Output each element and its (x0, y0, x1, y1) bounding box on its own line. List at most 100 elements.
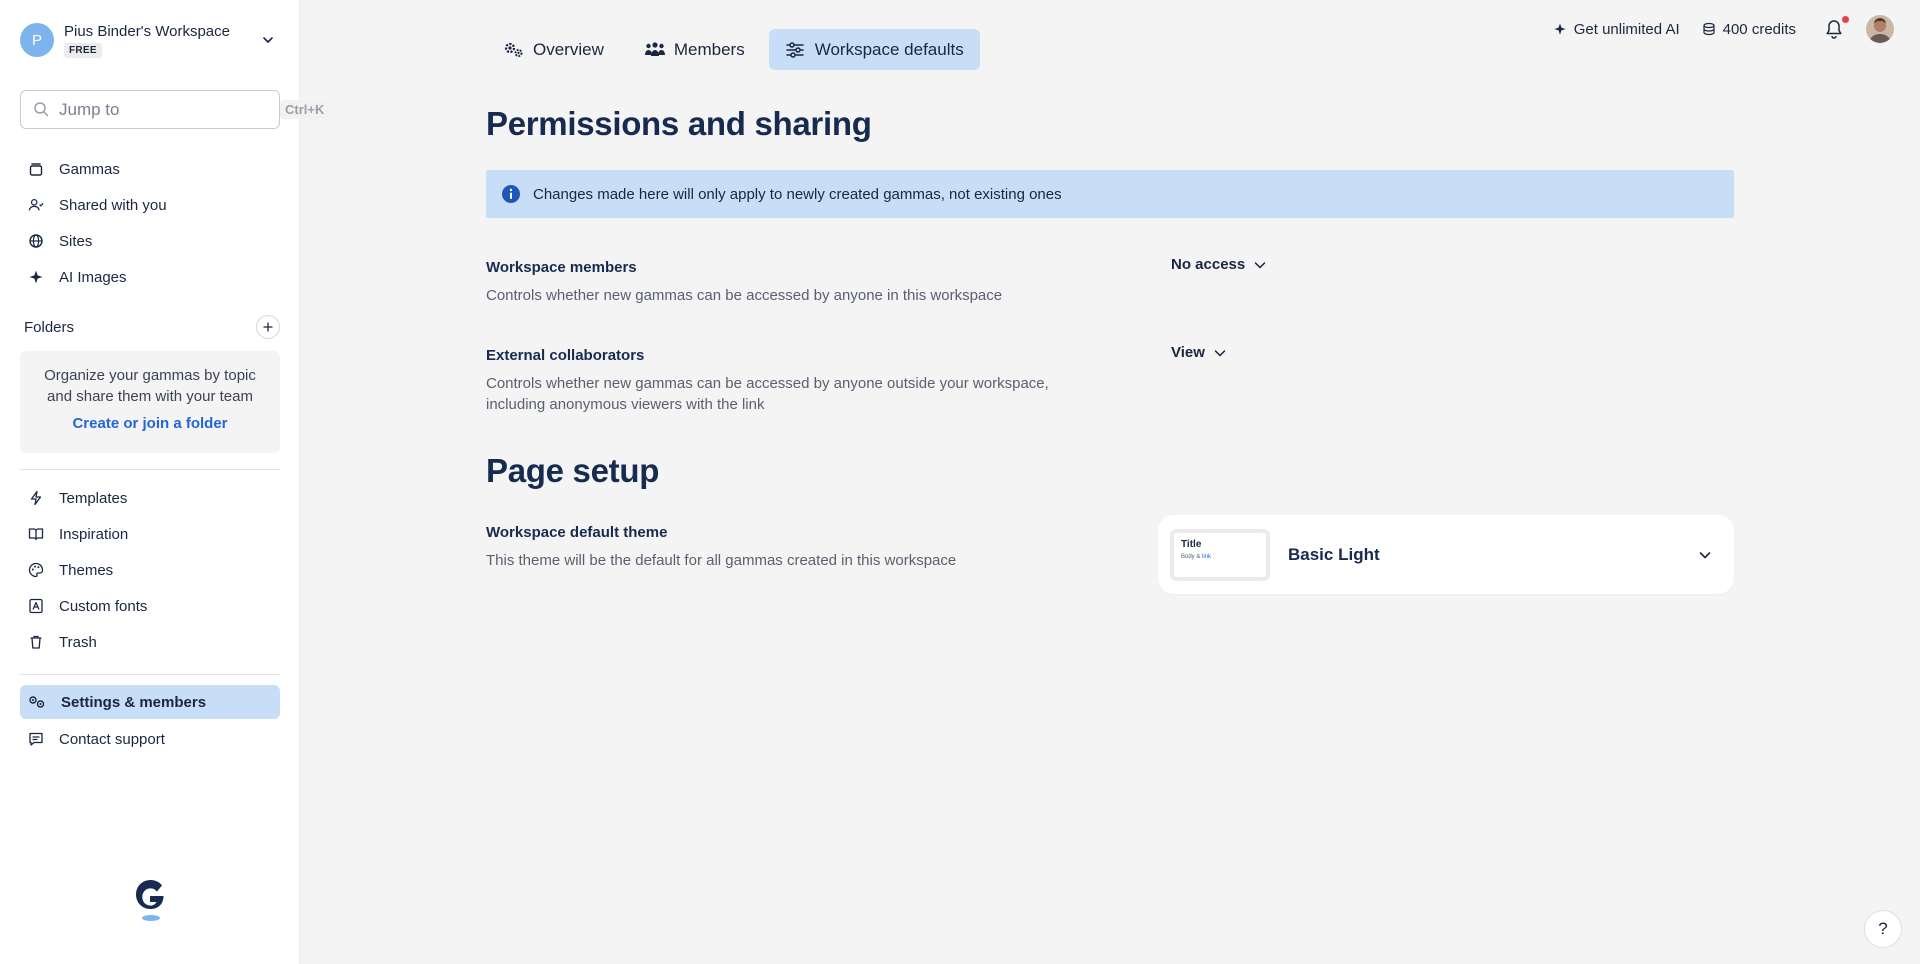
globe-icon (28, 233, 44, 249)
sidebar-item-gammas[interactable]: Gammas (20, 151, 280, 187)
help-button[interactable]: ? (1864, 910, 1902, 948)
setting-title: External collaborators (486, 347, 645, 364)
sidebar-item-templates[interactable]: Templates (20, 480, 280, 516)
sidebar-item-label: Templates (59, 489, 128, 507)
tab-label: Members (673, 39, 745, 59)
tab-workspace-defaults[interactable]: Workspace defaults (768, 29, 980, 70)
thumbnail-link: link (1202, 553, 1212, 560)
chat-icon (28, 731, 44, 747)
tab-label: Workspace defaults (814, 39, 964, 59)
search-icon (33, 101, 49, 119)
sidebar-divider (20, 469, 280, 470)
user-avatar[interactable] (1866, 15, 1894, 43)
sidebar-item-label: Settings & members (61, 693, 207, 711)
settings-icon (28, 694, 46, 710)
sidebar-item-label: Sites (59, 232, 93, 250)
setting-description-line: Controls whether new gammas can be acces… (486, 375, 1049, 392)
sidebar-item-label: Themes (59, 561, 114, 579)
gears-icon (503, 41, 525, 59)
info-banner: Changes made here will only apply to new… (486, 170, 1734, 218)
sidebar-item-ai-images[interactable]: AI Images (20, 259, 280, 295)
notification-dot (1842, 16, 1849, 23)
page-setup-heading: Page setup (486, 452, 660, 489)
chevron-down-icon (1213, 346, 1227, 360)
jump-to-search[interactable]: Ctrl+K (20, 90, 330, 129)
setting-title: Workspace members (486, 259, 637, 276)
sidebar-item-label: Custom fonts (59, 597, 148, 615)
workspace-avatar: P (20, 23, 54, 57)
theme-select[interactable]: Title Body & link Basic Light (1158, 515, 1734, 594)
bell-icon (1826, 20, 1842, 39)
external-collaborators-access-select[interactable]: View (1171, 344, 1227, 361)
people-icon (644, 41, 666, 59)
info-text: Changes made here will only apply to new… (533, 185, 1062, 203)
search-input[interactable] (59, 99, 280, 120)
workspace-name: Pius Binder's Workspace (64, 22, 230, 40)
permissions-heading: Permissions and sharing (486, 105, 872, 142)
theme-name: Basic Light (1288, 544, 1380, 564)
stack-icon (28, 161, 44, 177)
folders-description: Organize your gammas by topic and share … (44, 367, 256, 405)
sidebar-item-contact-support[interactable]: Contact support (20, 721, 280, 757)
sidebar-item-label: Contact support (59, 730, 165, 748)
sidebar-item-label: Gammas (59, 160, 120, 178)
sidebar: P Pius Binder's Workspace FREE Ctrl+K Ga… (0, 0, 330, 964)
credits-button[interactable]: 400 credits (1702, 21, 1796, 38)
thumbnail-body: Body & link (1181, 554, 1259, 560)
plan-badge: FREE (64, 42, 102, 58)
notifications-button[interactable] (1824, 16, 1849, 40)
sidebar-item-settings[interactable]: Settings & members (20, 685, 280, 719)
tab-label: Overview (533, 39, 604, 59)
sidebar-item-custom-fonts[interactable]: Custom fonts (20, 588, 280, 624)
thumbnail-title: Title (1181, 538, 1202, 550)
workspace-members-access-select[interactable]: No access (1171, 256, 1267, 273)
secondary-nav: Templates Inspiration Themes Custom font… (20, 480, 280, 660)
add-folder-button[interactable] (256, 315, 280, 339)
font-icon (28, 598, 44, 614)
settings-tabs: Overview Members Workspace defaults (487, 29, 988, 70)
theme-thumbnail: Title Body & link (1170, 528, 1270, 581)
credits-label: 400 credits (1722, 20, 1796, 38)
setting-description: This theme will be the default for all g… (486, 552, 957, 569)
sparkle-icon (1553, 22, 1567, 36)
chevron-down-icon[interactable] (256, 28, 280, 52)
sliders-icon (785, 41, 807, 59)
sidebar-item-inspiration[interactable]: Inspiration (20, 516, 280, 552)
get-ai-label: Get unlimited AI (1573, 20, 1680, 38)
setting-description: Controls whether new gammas can be acces… (486, 287, 1003, 304)
external-collaborators-setting: External collaborators Controls whether … (486, 347, 1086, 415)
get-unlimited-ai-button[interactable]: Get unlimited AI (1553, 21, 1680, 38)
setting-description-line: including anonymous viewers with the lin… (486, 396, 765, 413)
folders-header: Folders (24, 315, 280, 339)
sidebar-item-sites[interactable]: Sites (20, 223, 280, 259)
create-folder-link[interactable]: Create or join a folder (72, 415, 227, 432)
bolt-icon (28, 490, 44, 506)
trash-icon (28, 634, 44, 650)
plus-icon (263, 322, 273, 332)
bottom-nav: Settings & members Contact support (20, 685, 280, 757)
coins-icon (1702, 22, 1716, 36)
sidebar-item-shared[interactable]: Shared with you (20, 187, 280, 223)
shortcut-hint: Ctrl+K (280, 100, 330, 119)
sidebar-divider (20, 674, 280, 675)
folders-title: Folders (24, 318, 75, 336)
tab-members[interactable]: Members (628, 29, 761, 70)
info-icon (501, 184, 521, 204)
setting-description: Controls whether new gammas can be acces… (486, 373, 1086, 415)
default-theme-setting: Workspace default theme This theme will … (486, 524, 1086, 571)
users-icon (28, 197, 44, 213)
thumbnail-body-text: Body & (1181, 553, 1201, 560)
sidebar-item-trash[interactable]: Trash (20, 624, 280, 660)
setting-title: Workspace default theme (486, 524, 668, 541)
gamma-logo (132, 876, 168, 924)
select-value: No access (1171, 256, 1246, 273)
workspace-members-setting: Workspace members Controls whether new g… (486, 259, 1086, 306)
tab-overview[interactable]: Overview (487, 29, 620, 70)
chevron-down-icon (1698, 547, 1714, 563)
sidebar-item-themes[interactable]: Themes (20, 552, 280, 588)
workspace-switcher[interactable]: P Pius Binder's Workspace FREE (20, 18, 280, 62)
palette-icon (28, 562, 44, 578)
top-right-toolbar: Get unlimited AI 400 credits (1531, 14, 1894, 44)
select-value: View (1171, 344, 1205, 361)
sidebar-item-label: Trash (59, 633, 97, 651)
